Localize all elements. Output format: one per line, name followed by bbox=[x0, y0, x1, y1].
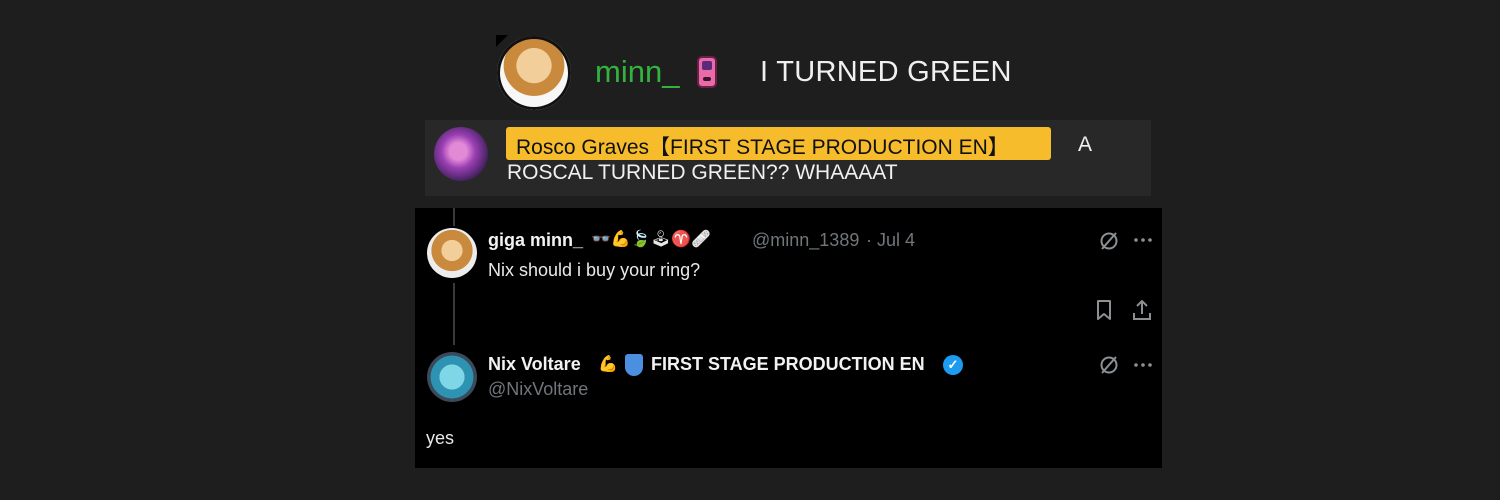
chat-username-rosco-badge[interactable]: Rosco Graves【FIRST STAGE PRODUCTION EN】 bbox=[506, 127, 1051, 160]
shield-icon bbox=[625, 354, 643, 376]
tweet-1-text: Nix should i buy your ring? bbox=[488, 260, 701, 280]
chat-username-rosco: Rosco Graves【FIRST STAGE PRODUCTION EN】 bbox=[516, 136, 1009, 159]
grok-icon[interactable] bbox=[1097, 229, 1121, 253]
tweet-1-date[interactable]: Jul 4 bbox=[877, 230, 915, 251]
share-icon[interactable] bbox=[1131, 298, 1153, 322]
bookmark-icon[interactable] bbox=[1094, 299, 1114, 321]
tweet-1-handle[interactable]: @minn_1389 bbox=[752, 230, 859, 251]
tweet-2-handle[interactable]: @NixVoltare bbox=[488, 379, 588, 400]
tweet-2-text: yes bbox=[426, 428, 455, 448]
tweet-1-emojis: 👓💪🍃🕹♈🩹 bbox=[591, 231, 711, 248]
verified-icon[interactable]: ✓ bbox=[943, 355, 963, 375]
tweet-1-separator: · bbox=[866, 230, 872, 250]
grok-icon-2[interactable] bbox=[1097, 353, 1121, 377]
avatar-giga-minn[interactable] bbox=[427, 228, 477, 278]
tweet-1-display-name[interactable]: giga minn_ bbox=[488, 230, 583, 251]
tweet-2-emojis: 💪 bbox=[598, 356, 618, 373]
tweet-2-display-name[interactable]: Nix Voltare bbox=[488, 354, 581, 375]
avatar-nix-voltare[interactable] bbox=[427, 352, 477, 402]
avatar-minn bbox=[496, 35, 571, 110]
gameboy-icon bbox=[697, 56, 717, 88]
chat-message-2-part2: ROSCAL TURNED GREEN?? WHAAAAT bbox=[507, 161, 898, 184]
chat-message-2-part1: A bbox=[1078, 133, 1093, 156]
avatar-rosco bbox=[434, 127, 488, 181]
more-icon[interactable] bbox=[1132, 232, 1154, 248]
thread-line-top bbox=[453, 208, 455, 226]
thread-line-middle bbox=[453, 283, 455, 345]
chat-username-minn[interactable]: minn_ bbox=[595, 54, 679, 90]
more-icon-2[interactable] bbox=[1132, 357, 1154, 373]
chat-message-1: I TURNED GREEN bbox=[760, 56, 1012, 88]
tweet-2-org: FIRST STAGE PRODUCTION EN bbox=[651, 354, 925, 374]
